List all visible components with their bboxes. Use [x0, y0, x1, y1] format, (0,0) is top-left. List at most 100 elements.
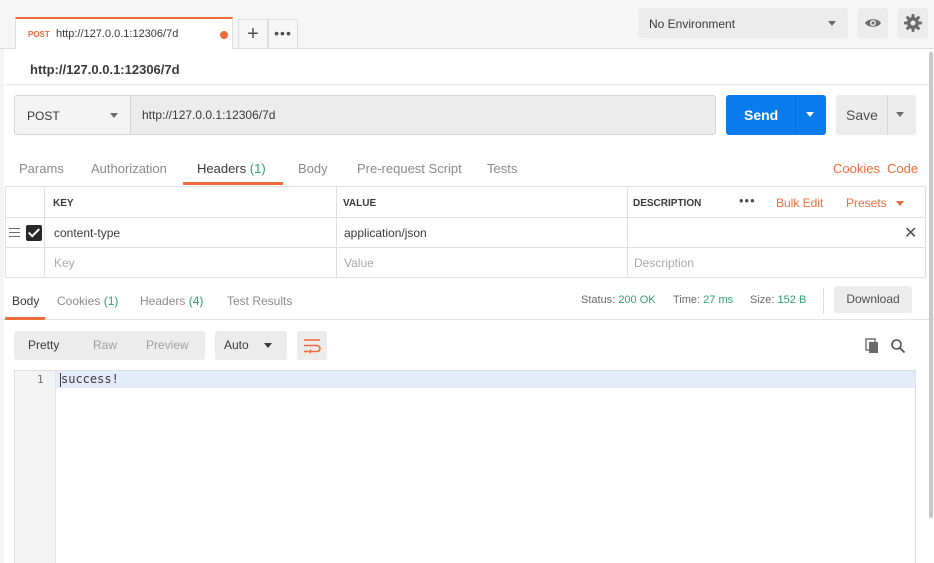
status-value: 200 OK	[618, 294, 656, 306]
request-title[interactable]: http://127.0.0.1:12306/7d	[30, 62, 180, 77]
raw-button[interactable]: Raw	[93, 338, 117, 352]
divider	[795, 95, 796, 135]
chevron-down-icon	[264, 343, 272, 348]
request-tabs: Params Authorization Headers (1) Body Pr…	[0, 155, 934, 187]
table-row-new: Key Value Description	[6, 248, 925, 278]
tab-method-label: POST	[28, 30, 50, 39]
tab-tests[interactable]: Tests	[487, 161, 517, 176]
size-label: Size:	[750, 294, 775, 306]
wrap-lines-button[interactable]	[297, 331, 327, 360]
response-tab-headers-count: (4)	[188, 294, 204, 308]
save-options-chevron-icon[interactable]	[896, 112, 904, 117]
environment-quick-look-button[interactable]	[858, 8, 888, 38]
tab-headers-count: (1)	[249, 161, 266, 176]
headers-table: KEY VALUE DESCRIPTION ••• Bulk Edit Pres…	[5, 186, 926, 278]
caret-down-icon	[896, 201, 905, 207]
drag-handle-icon[interactable]	[9, 228, 20, 237]
tab-body[interactable]: Body	[298, 161, 328, 176]
new-value-input[interactable]: Value	[344, 256, 374, 270]
new-description-input[interactable]: Description	[634, 256, 694, 270]
view-mode-group: Pretty Raw Preview	[14, 331, 205, 360]
code-link[interactable]: Code	[887, 161, 918, 176]
divider	[823, 288, 824, 314]
response-tab-cookies-count: (1)	[103, 294, 119, 308]
search-icon[interactable]	[890, 338, 906, 354]
response-bar: Body Cookies (1) Headers (4) Test Result…	[0, 285, 934, 320]
line-number: 1	[37, 373, 44, 386]
time-label: Time:	[673, 294, 701, 306]
table-more-button[interactable]: •••	[739, 193, 756, 208]
tab-headers-label: Headers	[197, 161, 247, 176]
download-button[interactable]: Download	[834, 286, 912, 313]
method-label: POST	[27, 109, 60, 123]
eye-icon	[865, 19, 881, 27]
response-tab-cookies[interactable]: Cookies (1)	[57, 294, 118, 308]
row-enabled-checkbox[interactable]	[26, 225, 42, 241]
send-label: Send	[744, 107, 779, 123]
column-divider	[44, 187, 45, 277]
column-divider	[627, 187, 628, 277]
request-tab[interactable]: POST http://127.0.0.1:12306/7d	[15, 17, 233, 49]
response-tab-headers[interactable]: Headers (4)	[140, 294, 203, 308]
chevron-down-icon	[110, 113, 118, 118]
send-button[interactable]: Send	[726, 95, 826, 135]
tab-more-button[interactable]: •••	[268, 19, 298, 48]
column-header-key: KEY	[53, 198, 74, 209]
new-tab-button[interactable]: +	[238, 19, 268, 48]
unsaved-dot-icon	[220, 31, 228, 39]
column-header-value: VALUE	[343, 198, 377, 209]
line-number-gutter: 1	[15, 371, 56, 563]
environment-select[interactable]: No Environment	[638, 8, 848, 38]
response-body-editor[interactable]: 1 success!	[14, 370, 916, 563]
presets-link[interactable]: Presets	[846, 196, 905, 210]
divider	[887, 95, 888, 135]
copy-icon[interactable]	[864, 338, 880, 354]
time-readout: Time: 27 ms	[673, 294, 733, 306]
save-label: Save	[846, 107, 878, 123]
divider	[5, 84, 930, 85]
tab-prerequest-script[interactable]: Pre-request Script	[357, 161, 462, 176]
vertical-scrollbar[interactable]	[929, 52, 933, 518]
wrap-lines-icon	[304, 339, 321, 354]
format-select[interactable]: Auto	[215, 331, 287, 360]
active-line-highlight	[56, 371, 915, 388]
response-tab-cookies-label: Cookies	[57, 294, 101, 308]
top-bar: POST http://127.0.0.1:12306/7d + ••• No …	[0, 0, 934, 49]
column-header-description: DESCRIPTION	[633, 198, 702, 209]
time-value: 27 ms	[703, 294, 734, 306]
save-button[interactable]: Save	[836, 95, 916, 135]
size-readout: Size: 152 B	[750, 294, 806, 306]
header-value-cell[interactable]: application/json	[344, 226, 427, 240]
tab-url-label: http://127.0.0.1:12306/7d	[56, 28, 179, 40]
response-tab-test-results[interactable]: Test Results	[227, 294, 292, 308]
delete-row-icon[interactable]: ✕	[904, 223, 917, 243]
active-tab-indicator	[183, 182, 283, 185]
presets-label: Presets	[846, 196, 887, 210]
send-options-chevron-icon[interactable]	[806, 112, 814, 117]
url-input[interactable]: http://127.0.0.1:12306/7d	[130, 95, 716, 135]
active-tab-indicator	[5, 317, 45, 320]
table-row: content-type application/json ✕	[6, 218, 925, 248]
gear-icon	[904, 14, 922, 32]
size-value: 152 B	[777, 294, 807, 306]
tab-params[interactable]: Params	[19, 161, 64, 176]
response-tab-body[interactable]: Body	[12, 294, 39, 308]
environment-label: No Environment	[649, 17, 736, 31]
bulk-edit-link[interactable]: Bulk Edit	[776, 196, 823, 210]
column-divider	[336, 187, 337, 277]
format-label: Auto	[224, 338, 249, 352]
tab-headers[interactable]: Headers (1)	[197, 161, 266, 176]
preview-button[interactable]: Preview	[146, 338, 189, 352]
table-header-row: KEY VALUE DESCRIPTION ••• Bulk Edit Pres…	[6, 187, 925, 218]
status-readout: Status: 200 OK	[581, 294, 656, 306]
manage-environments-button[interactable]	[898, 8, 928, 38]
pretty-button[interactable]: Pretty	[28, 338, 59, 352]
chevron-down-icon	[828, 21, 836, 26]
header-key-cell[interactable]: content-type	[54, 226, 120, 240]
tab-authorization[interactable]: Authorization	[91, 161, 167, 176]
cookies-link[interactable]: Cookies	[833, 161, 880, 176]
new-key-input[interactable]: Key	[54, 256, 75, 270]
method-select[interactable]: POST	[14, 95, 131, 135]
code-line[interactable]: success!	[61, 372, 119, 386]
response-tab-headers-label: Headers	[140, 294, 186, 308]
